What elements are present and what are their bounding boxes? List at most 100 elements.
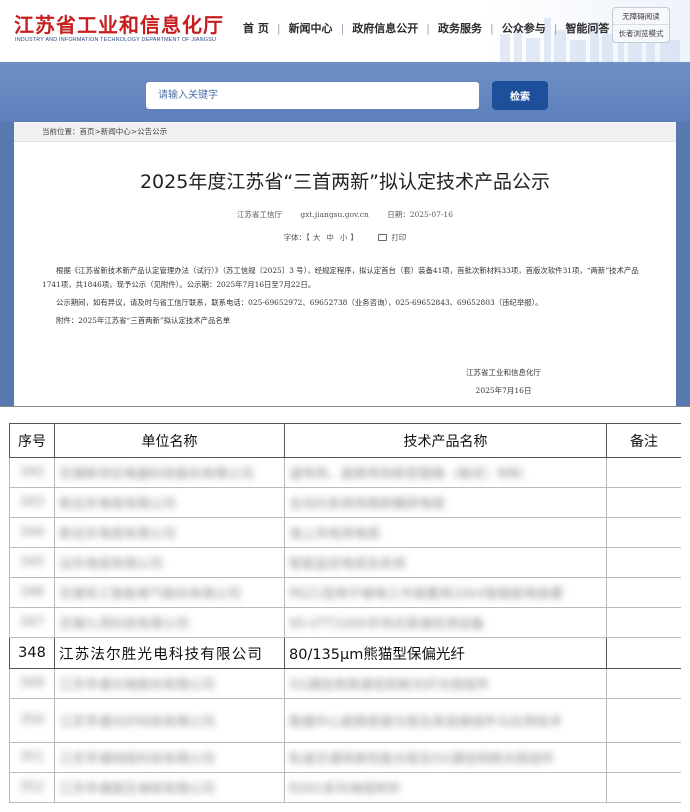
table-row-blurred: 344 新远东电缆有限公司 海上风电用电缆 — [9, 517, 681, 548]
accessible-reading-button[interactable]: 无障碍阅读 — [613, 8, 669, 25]
row-unit-name: 江苏法尔胜光电科技有限公司 — [54, 637, 285, 669]
product-table: 序号 单位名称 技术产品名称 备注 342 无锡新世纪电器科技股份有限公司 温导热、… — [9, 423, 681, 803]
search-bar: 检索 — [0, 62, 690, 122]
row-index: 346 — [9, 577, 55, 608]
row-note — [606, 668, 681, 699]
row-index: 345 — [9, 547, 55, 578]
site-logo-english: INDUSTRY AND INFORMATION TECHNOLOGY DEPA… — [15, 37, 217, 43]
row-unit-name: 新远东电缆有限公司 — [54, 517, 285, 548]
row-note — [606, 517, 681, 548]
article-site: gxt.jiangsu.gov.cn — [300, 210, 369, 219]
row-unit-name: 远东电缆有限公司 — [54, 547, 285, 578]
header-product: 技术产品名称 — [284, 423, 607, 458]
nav-home[interactable]: 首 页 — [243, 20, 269, 36]
font-medium-button[interactable]: 中 — [326, 233, 334, 242]
row-unit-name: 无锡军工智能电气股份有限公司 — [54, 577, 285, 608]
row-unit-name: 无锡新世纪电器科技股份有限公司 — [54, 457, 285, 488]
row-index: 344 — [9, 517, 55, 548]
row-unit-name: 江苏亨通高压海缆有限公司 — [54, 772, 285, 803]
row-unit-name: 江苏亨通光电股份有限公司 — [54, 668, 285, 699]
font-large-button[interactable]: 大 — [313, 233, 321, 242]
row-index: 347 — [9, 607, 55, 638]
accessibility-box: 无障碍阅读 长者浏览模式 — [612, 7, 670, 43]
font-size-bar: 字体：【大中小】 打印 — [14, 232, 676, 243]
article-panel: 当前位置：首页>新闻中心>公告公示 2025年度江苏省“三首两新”拟认定技术产品… — [14, 122, 676, 406]
article-date: 日期：2025-07-16 — [387, 210, 453, 219]
row-product-name: 温导热、超高导热新型管路（板坯）材料 — [284, 457, 607, 488]
row-product-name: 海上风电用电缆 — [284, 517, 607, 548]
site-logo[interactable]: 江苏省工业和信息化厅 — [14, 9, 224, 38]
row-note — [606, 772, 681, 803]
nav-news[interactable]: 新闻中心 — [289, 20, 333, 36]
nav-services[interactable]: 政务服务 — [438, 20, 482, 36]
table-row-blurred: 350 江苏亨通光纤科技有限公司 数据中心超高密度光缆及其连接组件与应用技术 — [9, 698, 681, 743]
table-body: 342 无锡新世纪电器科技股份有限公司 温导热、超高导热新型管路（板坯）材料 343 新… — [9, 457, 681, 803]
website-screenshot: 江苏省工业和信息化厅 INDUSTRY AND INFORMATION TECH… — [0, 0, 690, 407]
nav-separator: | — [426, 21, 430, 35]
nav-participation[interactable]: 公众参与 — [502, 20, 546, 36]
nav-gov-info[interactable]: 政府信息公开 — [352, 20, 418, 36]
table-row-blurred: 351 江苏亨通线缆科技有限公司 轨道交通用高性能光缆及5G通信网络光缆组件 — [9, 742, 681, 773]
table-row-blurred: 347 无锡九茂科技有限公司 95-VTT1000手持式高速检测设备 — [9, 607, 681, 638]
article-body: 根据《江苏省新技术新产品认定管理办法（试行）》（苏工信规〔2025〕3 号），经… — [42, 264, 654, 332]
print-label: 打印 — [391, 233, 407, 242]
article-signature: 江苏省工业和信息化厅 2025年7月16日 — [466, 364, 541, 400]
row-index: 342 — [9, 457, 55, 488]
row-product-name: 轨道交通用高性能光缆及5G通信网络光缆组件 — [284, 742, 607, 773]
row-note — [606, 547, 681, 578]
attachment-link[interactable]: 附件：2025年江苏省“三首两新”拟认定技术产品名单 — [42, 314, 654, 328]
row-product-name: RS91系列海缆附件 — [284, 772, 607, 803]
row-unit-name: 新远东电缆有限公司 — [54, 487, 285, 518]
row-note — [606, 742, 681, 773]
row-index: 350 — [9, 698, 55, 743]
nav-separator: | — [276, 21, 281, 35]
header-index: 序号 — [9, 423, 55, 458]
nav-separator: | — [490, 21, 494, 35]
table-row-highlighted: 348 江苏法尔胜光电科技有限公司 80/135μm熊猫型保偏光纤 — [9, 637, 681, 669]
row-index: 349 — [9, 668, 55, 699]
row-unit-name: 江苏亨通光纤科技有限公司 — [54, 698, 285, 743]
row-product-name: 5G通信用高速低损耗光纤光缆组件 — [284, 668, 607, 699]
row-unit-name: 无锡九茂科技有限公司 — [54, 607, 285, 638]
article-paragraph: 根据《江苏省新技术新产品认定管理办法（试行）》（苏工信规〔2025〕3 号），经… — [42, 266, 639, 289]
search-button[interactable]: 检索 — [492, 81, 548, 110]
signature-date: 2025年7月16日 — [475, 386, 532, 395]
product-table-screenshot: 序号 单位名称 技术产品名称 备注 342 无锡新世纪电器科技股份有限公司 温导热、… — [9, 423, 681, 812]
table-row-blurred: 346 无锡军工智能电气股份有限公司 PEZ1型用于输电工作装置用10kV智能配电装… — [9, 577, 681, 608]
article-source: 江苏省工信厅 — [237, 210, 283, 219]
header-unit: 单位名称 — [54, 423, 285, 458]
table-row-blurred: 345 远东电缆有限公司 智能监控电缆及系统 — [9, 547, 681, 578]
table-row-blurred: 352 江苏亨通高压海缆有限公司 RS91系列海缆附件 — [9, 772, 681, 803]
nav-separator: | — [340, 21, 345, 35]
article-meta: 江苏省工信厅 gxt.jiangsu.gov.cn 日期：2025-07-16 — [14, 209, 676, 220]
row-product-name: PEZ1型用于输电工作装置用10kV智能配电装置 — [284, 577, 607, 608]
breadcrumb: 当前位置：首页>新闻中心>公告公示 — [14, 122, 676, 142]
row-note — [606, 487, 681, 518]
row-product-name: 80/135μm熊猫型保偏光纤 — [284, 637, 607, 669]
nav-smart-qa[interactable]: 智能问答 — [565, 20, 609, 36]
row-note — [606, 698, 681, 743]
signature-org: 江苏省工业和信息化厅 — [466, 368, 541, 377]
row-note — [606, 607, 681, 638]
row-index: 352 — [9, 772, 55, 803]
row-product-name: 全动光系统用高耐磨损电缆 — [284, 487, 607, 518]
elder-mode-button[interactable]: 长者浏览模式 — [613, 25, 669, 42]
printer-icon — [378, 234, 388, 241]
row-product-name: 智能监控电缆及系统 — [284, 547, 607, 578]
row-note — [606, 577, 681, 608]
row-product-name: 数据中心超高密度光缆及其连接组件与应用技术 — [284, 698, 607, 743]
table-row-blurred: 342 无锡新世纪电器科技股份有限公司 温导热、超高导热新型管路（板坯）材料 — [9, 457, 681, 488]
article-title: 2025年度江苏省“三首两新”拟认定技术产品公示 — [139, 171, 551, 193]
font-size-close: 】 — [350, 233, 358, 242]
row-note — [606, 457, 681, 488]
font-size-label: 字体：【 — [283, 233, 310, 242]
row-product-name: 95-VTT1000手持式高速检测设备 — [284, 607, 607, 638]
search-input[interactable] — [146, 82, 479, 109]
font-small-button[interactable]: 小 — [340, 233, 348, 242]
main-nav: 首 页 | 新闻中心 | 政府信息公开 | 政务服务 | 公众参与 | 智能问答 — [243, 20, 609, 36]
header-note: 备注 — [606, 423, 681, 458]
print-button[interactable]: 打印 — [378, 233, 406, 242]
row-unit-name: 江苏亨通线缆科技有限公司 — [54, 742, 285, 773]
row-index: 343 — [9, 487, 55, 518]
table-row-blurred: 349 江苏亨通光电股份有限公司 5G通信用高速低损耗光纤光缆组件 — [9, 668, 681, 699]
